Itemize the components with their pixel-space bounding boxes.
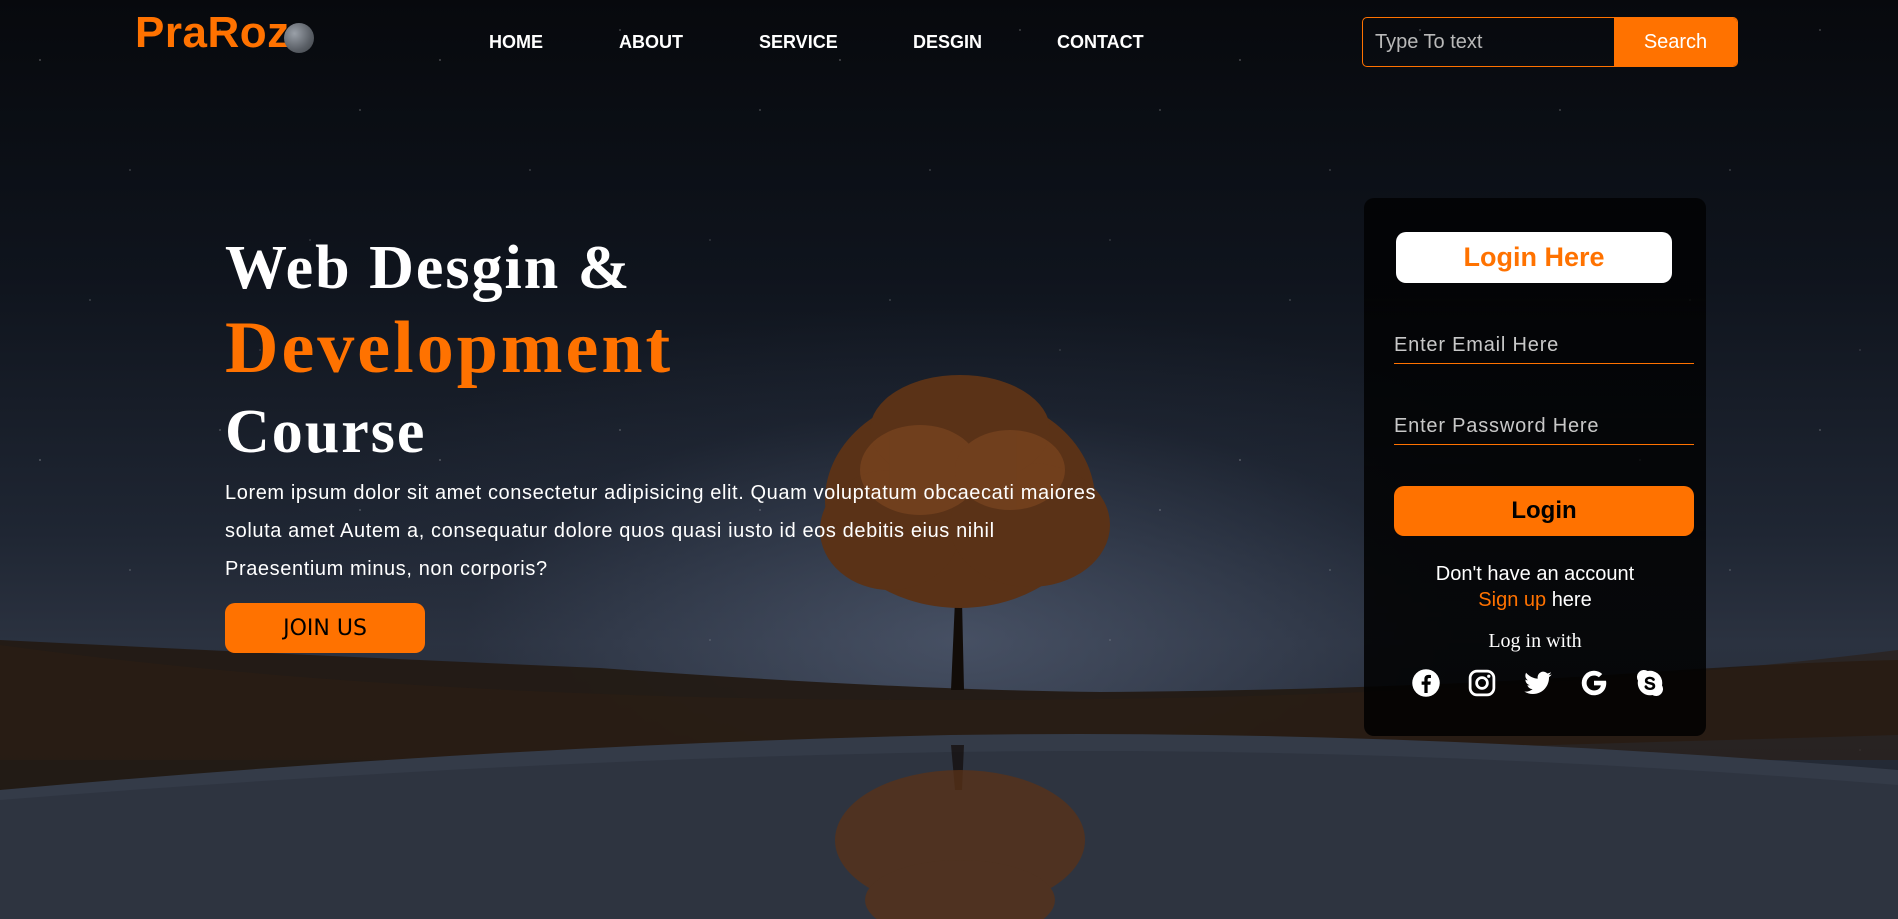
login-button[interactable]: Login: [1394, 486, 1694, 536]
top-navbar: PraRoz HOME ABOUT SERVICE DESGIN CONTACT…: [0, 0, 1898, 80]
no-account-text: Don't have an account: [1435, 563, 1635, 585]
nav-contact[interactable]: CONTACT: [1057, 32, 1144, 53]
hero-heading: Web Desgin & Development Course: [225, 228, 1125, 472]
signup-link[interactable]: Sign up: [1478, 589, 1546, 611]
password-field[interactable]: [1394, 409, 1694, 445]
search-button[interactable]: Search: [1614, 18, 1737, 66]
nav-home[interactable]: HOME: [489, 32, 543, 53]
skype-icon[interactable]: [1635, 668, 1665, 698]
brand-name: PraRoz: [135, 8, 290, 57]
login-with-label: Log in with: [1488, 630, 1582, 652]
signup-suffix: here: [1551, 589, 1592, 611]
hero-section: Web Desgin & Development Course Lorem ip…: [225, 228, 1125, 588]
login-title: Login Here: [1396, 232, 1672, 283]
moon-icon: [283, 23, 314, 53]
nav-service[interactable]: SERVICE: [759, 32, 838, 53]
social-login-icons: [1411, 668, 1665, 698]
hero-line-2: Development: [225, 307, 674, 389]
facebook-icon[interactable]: [1411, 668, 1441, 698]
hero-line-1: Web Desgin &: [225, 234, 632, 302]
search-input[interactable]: [1363, 18, 1614, 66]
twitter-icon[interactable]: [1523, 668, 1553, 698]
search-bar: Search: [1362, 17, 1738, 67]
hero-line-3: Course: [225, 398, 427, 466]
nav-design[interactable]: DESGIN: [913, 32, 982, 53]
email-field[interactable]: [1394, 328, 1694, 364]
join-us-button[interactable]: JOIN US: [225, 603, 425, 653]
nav-about[interactable]: ABOUT: [619, 32, 683, 53]
login-card: Login Here Login Don't have an account S…: [1364, 198, 1706, 736]
hero-description: Lorem ipsum dolor sit amet consectetur a…: [225, 482, 1097, 580]
brand-logo[interactable]: PraRoz: [135, 8, 314, 58]
google-icon[interactable]: [1579, 668, 1609, 698]
instagram-icon[interactable]: [1467, 668, 1497, 698]
signup-prompt: Don't have an account Sign up here: [1364, 561, 1706, 613]
